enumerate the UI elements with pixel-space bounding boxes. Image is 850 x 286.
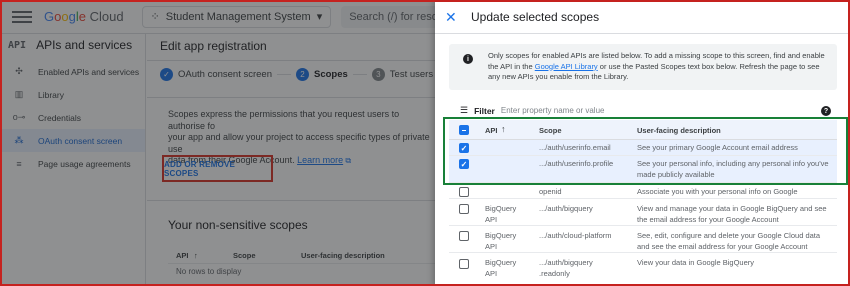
panel-title: Update selected scopes xyxy=(471,10,600,24)
info-line: API in the xyxy=(500,61,533,71)
modal-backdrop[interactable] xyxy=(0,0,435,286)
row-checkbox[interactable] xyxy=(459,187,469,197)
column-header-scope[interactable]: Scope xyxy=(539,126,562,135)
column-header-description[interactable]: User-facing description xyxy=(637,126,721,135)
update-scopes-panel: ✕ Update selected scopes i Only scopes f… xyxy=(435,0,850,286)
table-row[interactable]: BigQuery API .../auth/cloud-platform See… xyxy=(449,226,837,253)
api-cell: BigQuery API xyxy=(485,231,517,251)
description-cell: See, edit, configure and delete your Goo… xyxy=(637,231,821,251)
filter-input[interactable]: Enter property name or value xyxy=(501,106,605,115)
scopes-table-header: API ↑ Scope User-facing description xyxy=(449,120,837,140)
description-cell: View and manage your data in Google BigQ… xyxy=(637,204,827,224)
table-row[interactable]: ✓ .../auth/userinfo.email See your prima… xyxy=(449,140,837,156)
scope-cell: .../auth/bigquery .readonly xyxy=(539,258,593,278)
filter-label: Filter xyxy=(474,105,495,116)
table-row[interactable]: BigQuery API .../auth/bigquery View and … xyxy=(449,199,837,226)
description-cell: View your data in Google BigQuery xyxy=(637,258,755,267)
filter-icon: ☰ xyxy=(460,105,469,115)
description-cell: See your primary Google Account email ad… xyxy=(637,143,798,152)
column-header-api[interactable]: API xyxy=(485,126,498,135)
select-all-checkbox[interactable] xyxy=(459,125,469,135)
scope-cell: .../auth/userinfo.profile xyxy=(539,159,614,168)
table-row[interactable]: BigQuery API .../auth/bigquery .readonly… xyxy=(449,253,837,286)
api-cell: BigQuery API xyxy=(485,204,517,224)
sort-arrow-icon: ↑ xyxy=(501,124,506,134)
row-checkbox[interactable]: ✓ xyxy=(459,143,469,153)
help-icon[interactable]: ? xyxy=(821,106,831,116)
info-banner: i Only scopes for enabled APIs are liste… xyxy=(449,44,837,90)
row-checkbox[interactable] xyxy=(459,231,469,241)
scope-cell: .../auth/userinfo.email xyxy=(539,143,611,152)
description-cell: See your personal info, including any pe… xyxy=(637,159,829,179)
table-row[interactable]: ✓ .../auth/userinfo.profile See your per… xyxy=(449,156,837,183)
divider xyxy=(435,33,850,34)
table-row[interactable]: openid Associate you with your personal … xyxy=(449,183,837,199)
row-checkbox[interactable]: ✓ xyxy=(459,159,469,169)
row-checkbox[interactable] xyxy=(459,204,469,214)
scope-cell: .../auth/cloud-platform xyxy=(539,231,612,240)
row-checkbox[interactable] xyxy=(459,259,469,269)
info-icon: i xyxy=(463,54,473,64)
info-text: Only scopes for enabled APIs are listed … xyxy=(488,51,833,83)
filter-bar[interactable]: ☰ Filter Enter property name or value xyxy=(460,105,604,116)
close-icon[interactable]: ✕ xyxy=(445,9,457,26)
google-api-library-link[interactable]: Google API Library xyxy=(535,62,598,71)
scope-cell: openid xyxy=(539,187,562,196)
api-cell: BigQuery API xyxy=(485,258,517,278)
scope-cell: .../auth/bigquery xyxy=(539,204,593,213)
info-line: APIs you enable from the Library. xyxy=(517,72,629,81)
description-cell: Associate you with your personal info on… xyxy=(637,187,798,196)
